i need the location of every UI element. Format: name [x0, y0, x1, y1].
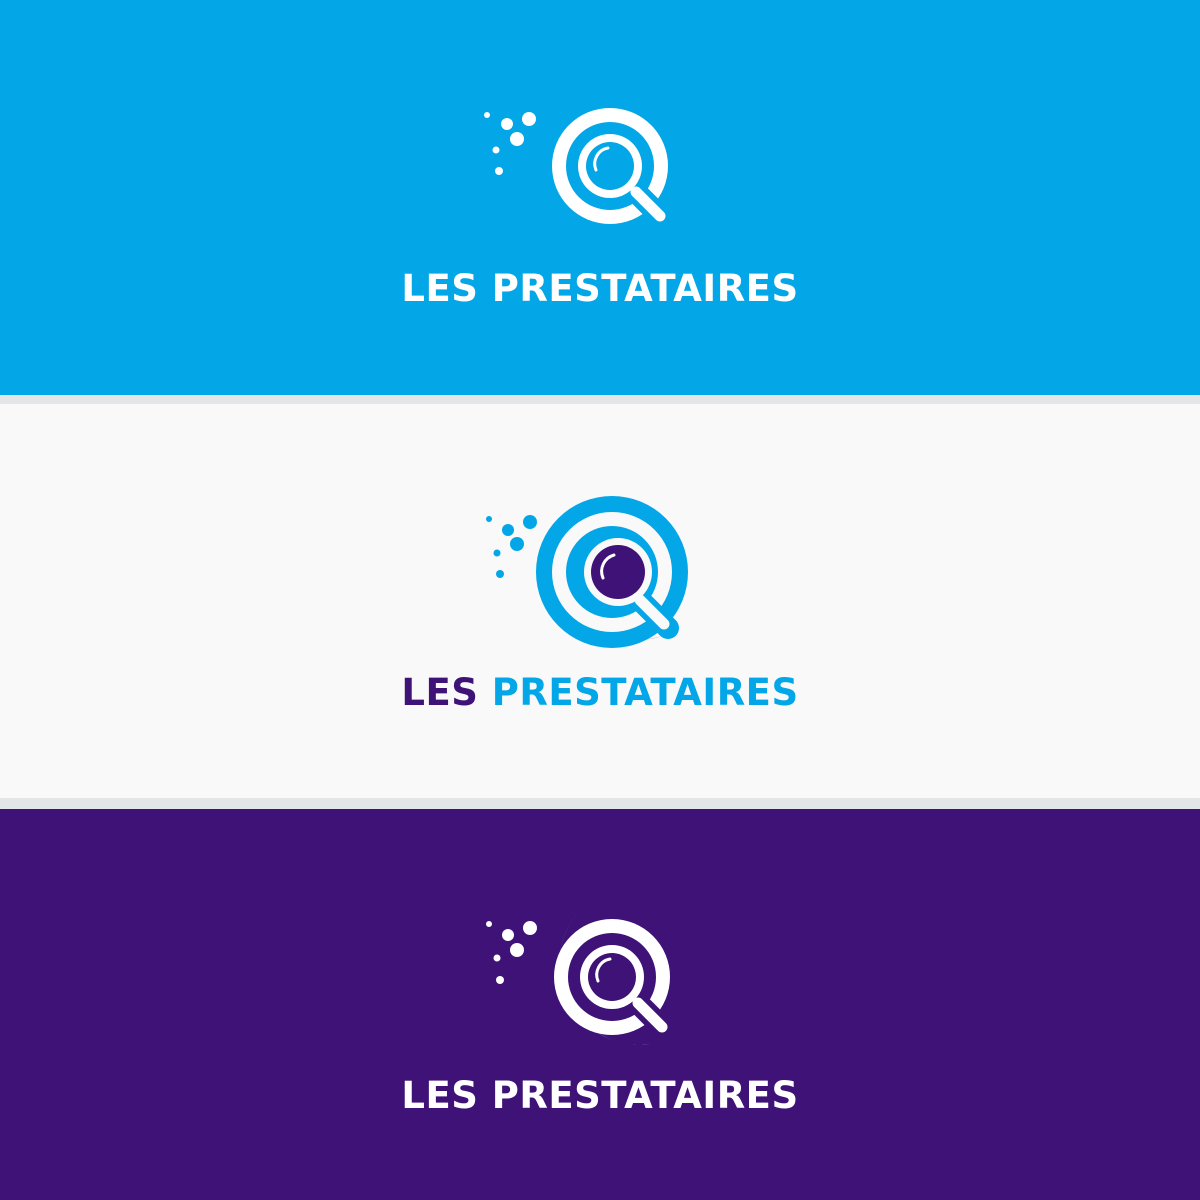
pixel-dot: [502, 929, 514, 941]
pixel-dot: [492, 146, 500, 154]
brand-wordmark: LES PRESTATAIRES: [0, 674, 1200, 711]
magnifier-crescent-logo-icon: [486, 494, 688, 648]
pixel-dot: [510, 132, 524, 146]
pixel-dot: [501, 118, 513, 130]
panel-separator: [0, 798, 1200, 809]
pixel-dot: [522, 112, 536, 126]
pixel-dot: [484, 112, 490, 118]
brand-word-les: LES: [401, 671, 479, 714]
pixel-dot: [523, 515, 537, 529]
logo-panel-purple: LES PRESTATAIRES: [0, 809, 1200, 1200]
brand-word-prestataires: PRESTATAIRES: [491, 267, 799, 310]
brand-word-prestataires: PRESTATAIRES: [491, 671, 799, 714]
pixel-dot: [523, 921, 537, 935]
logo-panel-light: LES PRESTATAIRES: [0, 404, 1200, 798]
magnifier-crescent-logo-icon: [486, 899, 688, 1045]
brand-wordmark: LES PRESTATAIRES: [0, 270, 1200, 307]
pixel-dot: [495, 167, 503, 175]
pixel-dot: [510, 537, 524, 551]
pixel-dot: [502, 524, 514, 536]
pixel-dot: [493, 549, 501, 557]
pixel-dot: [510, 943, 524, 957]
brand-word-prestataires: PRESTATAIRES: [491, 1074, 799, 1117]
pixel-dot: [496, 976, 504, 984]
magnifier-crescent-logo-icon: [484, 88, 686, 234]
brand-word-les: LES: [401, 1074, 479, 1117]
logo-panel-blue: LES PRESTATAIRES: [0, 0, 1200, 395]
pixel-dot: [486, 516, 492, 522]
pixel-dot: [486, 921, 492, 927]
pixel-dot: [493, 954, 501, 962]
panel-separator: [0, 395, 1200, 404]
pixel-dot: [496, 570, 504, 578]
brand-wordmark: LES PRESTATAIRES: [0, 1077, 1200, 1114]
brand-word-les: LES: [401, 267, 479, 310]
